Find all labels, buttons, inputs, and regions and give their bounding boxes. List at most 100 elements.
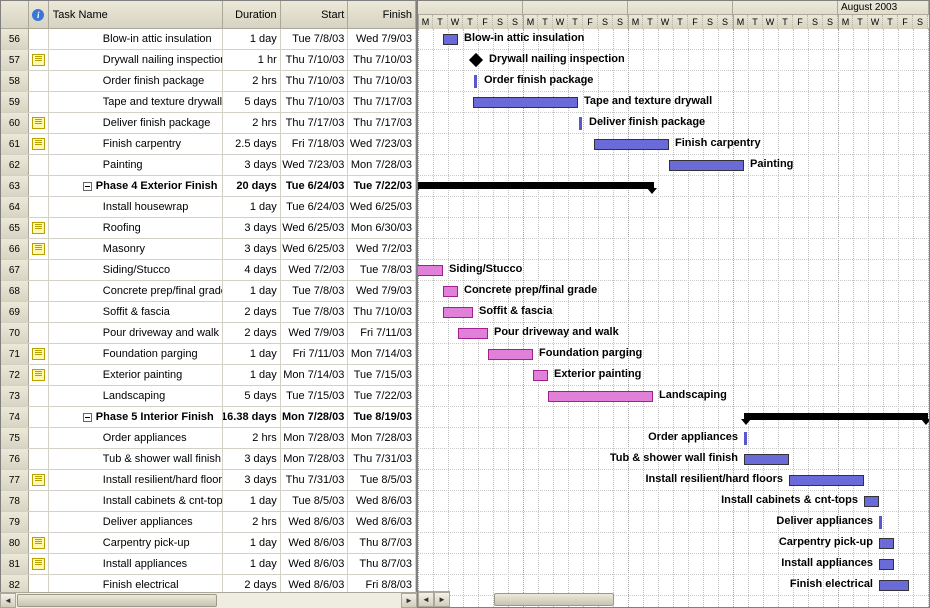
- duration-cell[interactable]: 3 days: [223, 239, 281, 259]
- table-row[interactable]: 80Carpentry pick-up1 dayWed 8/6/03Thu 8/…: [1, 533, 416, 554]
- finish-cell[interactable]: Thu 8/7/03: [348, 554, 416, 574]
- start-cell[interactable]: Mon 7/28/03: [281, 428, 349, 448]
- scroll-left-icon[interactable]: ◄: [418, 592, 434, 607]
- table-row[interactable]: 70Pour driveway and walk2 daysWed 7/9/03…: [1, 323, 416, 344]
- row-id[interactable]: 81: [1, 554, 29, 574]
- start-cell[interactable]: Tue 6/24/03: [281, 197, 349, 217]
- summary-bar[interactable]: [418, 182, 654, 189]
- row-id[interactable]: 77: [1, 470, 29, 490]
- start-cell[interactable]: Tue 7/8/03: [281, 281, 349, 301]
- duration-cell[interactable]: 1 day: [223, 554, 281, 574]
- table-row[interactable]: 67Siding/Stucco4 daysWed 7/2/03Tue 7/8/0…: [1, 260, 416, 281]
- finish-cell[interactable]: Tue 7/22/03: [348, 176, 416, 196]
- task-name-cell[interactable]: Carpentry pick-up: [49, 533, 223, 553]
- finish-cell[interactable]: Wed 7/9/03: [348, 29, 416, 49]
- start-cell[interactable]: Tue 6/24/03: [281, 176, 349, 196]
- start-cell[interactable]: Wed 8/6/03: [281, 554, 349, 574]
- row-id[interactable]: 71: [1, 344, 29, 364]
- task-bar[interactable]: [548, 391, 653, 402]
- task-bar[interactable]: [443, 286, 458, 297]
- task-name-cell[interactable]: Order finish package: [49, 71, 223, 91]
- finish-cell[interactable]: Wed 7/9/03: [348, 281, 416, 301]
- task-bar[interactable]: [744, 432, 747, 445]
- task-bar[interactable]: [443, 34, 458, 45]
- start-cell[interactable]: Wed 8/6/03: [281, 512, 349, 532]
- table-row[interactable]: 68Concrete prep/final grade1 dayTue 7/8/…: [1, 281, 416, 302]
- start-cell[interactable]: Thu 7/31/03: [281, 470, 349, 490]
- row-id[interactable]: 56: [1, 29, 29, 49]
- col-name-header[interactable]: Task Name: [49, 1, 223, 28]
- duration-cell[interactable]: 3 days: [223, 470, 281, 490]
- task-bar[interactable]: [443, 307, 473, 318]
- finish-cell[interactable]: Thu 7/10/03: [348, 50, 416, 70]
- duration-cell[interactable]: 1 day: [223, 365, 281, 385]
- task-bar[interactable]: [579, 117, 582, 130]
- col-info-header[interactable]: i: [29, 1, 49, 28]
- start-cell[interactable]: Fri 7/11/03: [281, 344, 349, 364]
- finish-cell[interactable]: Thu 7/31/03: [348, 449, 416, 469]
- row-id[interactable]: 67: [1, 260, 29, 280]
- duration-cell[interactable]: 1 day: [223, 491, 281, 511]
- task-bar[interactable]: [669, 160, 744, 171]
- scroll-right-icon[interactable]: ►: [434, 592, 450, 607]
- gantt-h-scrollbar[interactable]: ◄ ►: [418, 591, 450, 607]
- finish-cell[interactable]: Thu 7/17/03: [348, 113, 416, 133]
- milestone-marker[interactable]: [469, 53, 483, 67]
- task-bar[interactable]: [879, 580, 909, 591]
- task-name-cell[interactable]: Phase 4 Exterior Finish: [49, 176, 223, 196]
- table-row[interactable]: 72Exterior painting1 dayMon 7/14/03Tue 7…: [1, 365, 416, 386]
- scroll-thumb[interactable]: [17, 594, 217, 607]
- finish-cell[interactable]: Wed 7/23/03: [348, 134, 416, 154]
- row-id[interactable]: 65: [1, 218, 29, 238]
- task-name-cell[interactable]: Install resilient/hard floors: [49, 470, 223, 490]
- task-name-cell[interactable]: Siding/Stucco: [49, 260, 223, 280]
- start-cell[interactable]: Mon 7/14/03: [281, 365, 349, 385]
- task-name-cell[interactable]: Deliver finish package: [49, 113, 223, 133]
- table-row[interactable]: 56Blow-in attic insulation1 dayTue 7/8/0…: [1, 29, 416, 50]
- row-id[interactable]: 62: [1, 155, 29, 175]
- duration-cell[interactable]: 5 days: [223, 92, 281, 112]
- finish-cell[interactable]: Tue 8/19/03: [348, 407, 416, 427]
- finish-cell[interactable]: Mon 7/28/03: [348, 155, 416, 175]
- task-name-cell[interactable]: Drywall nailing inspection: [49, 50, 223, 70]
- gantt-body[interactable]: Blow-in attic insulationDrywall nailing …: [418, 29, 929, 607]
- start-cell[interactable]: Wed 7/2/03: [281, 260, 349, 280]
- row-id[interactable]: 74: [1, 407, 29, 427]
- table-row[interactable]: 63Phase 4 Exterior Finish20 daysTue 6/24…: [1, 176, 416, 197]
- start-cell[interactable]: Tue 8/5/03: [281, 491, 349, 511]
- task-bar[interactable]: [474, 75, 477, 88]
- task-name-cell[interactable]: Concrete prep/final grade: [49, 281, 223, 301]
- finish-cell[interactable]: Tue 7/22/03: [348, 386, 416, 406]
- task-bar[interactable]: [458, 328, 488, 339]
- start-cell[interactable]: Tue 7/8/03: [281, 29, 349, 49]
- finish-cell[interactable]: Mon 7/28/03: [348, 428, 416, 448]
- row-id[interactable]: 58: [1, 71, 29, 91]
- task-bar[interactable]: [744, 454, 789, 465]
- task-name-cell[interactable]: Tape and texture drywall: [49, 92, 223, 112]
- duration-cell[interactable]: 2.5 days: [223, 134, 281, 154]
- row-id[interactable]: 78: [1, 491, 29, 511]
- table-row[interactable]: 64Install housewrap1 dayTue 6/24/03Wed 6…: [1, 197, 416, 218]
- task-name-cell[interactable]: Soffit & fascia: [49, 302, 223, 322]
- start-cell[interactable]: Thu 7/17/03: [281, 113, 349, 133]
- start-cell[interactable]: Wed 7/23/03: [281, 155, 349, 175]
- start-cell[interactable]: Thu 7/10/03: [281, 71, 349, 91]
- table-h-scrollbar[interactable]: ◄ ►: [0, 592, 417, 608]
- finish-cell[interactable]: Wed 6/25/03: [348, 197, 416, 217]
- table-row[interactable]: 57Drywall nailing inspection1 hrThu 7/10…: [1, 50, 416, 71]
- start-cell[interactable]: Fri 7/18/03: [281, 134, 349, 154]
- duration-cell[interactable]: 3 days: [223, 218, 281, 238]
- table-row[interactable]: 61 Finish carpentry2.5 daysFri 7/18/03Wed…: [1, 134, 416, 155]
- task-name-cell[interactable]: Deliver appliances: [49, 512, 223, 532]
- scroll-thumb[interactable]: [494, 593, 614, 606]
- duration-cell[interactable]: 2 hrs: [223, 512, 281, 532]
- row-id[interactable]: 70: [1, 323, 29, 343]
- duration-cell[interactable]: 2 hrs: [223, 428, 281, 448]
- row-id[interactable]: 60: [1, 113, 29, 133]
- start-cell[interactable]: Thu 7/10/03: [281, 50, 349, 70]
- table-row[interactable]: 73Landscaping5 daysTue 7/15/03Tue 7/22/0…: [1, 386, 416, 407]
- start-cell[interactable]: Wed 6/25/03: [281, 239, 349, 259]
- row-id[interactable]: 61: [1, 134, 29, 154]
- task-name-cell[interactable]: Finish carpentry: [49, 134, 223, 154]
- finish-cell[interactable]: Thu 7/10/03: [348, 71, 416, 91]
